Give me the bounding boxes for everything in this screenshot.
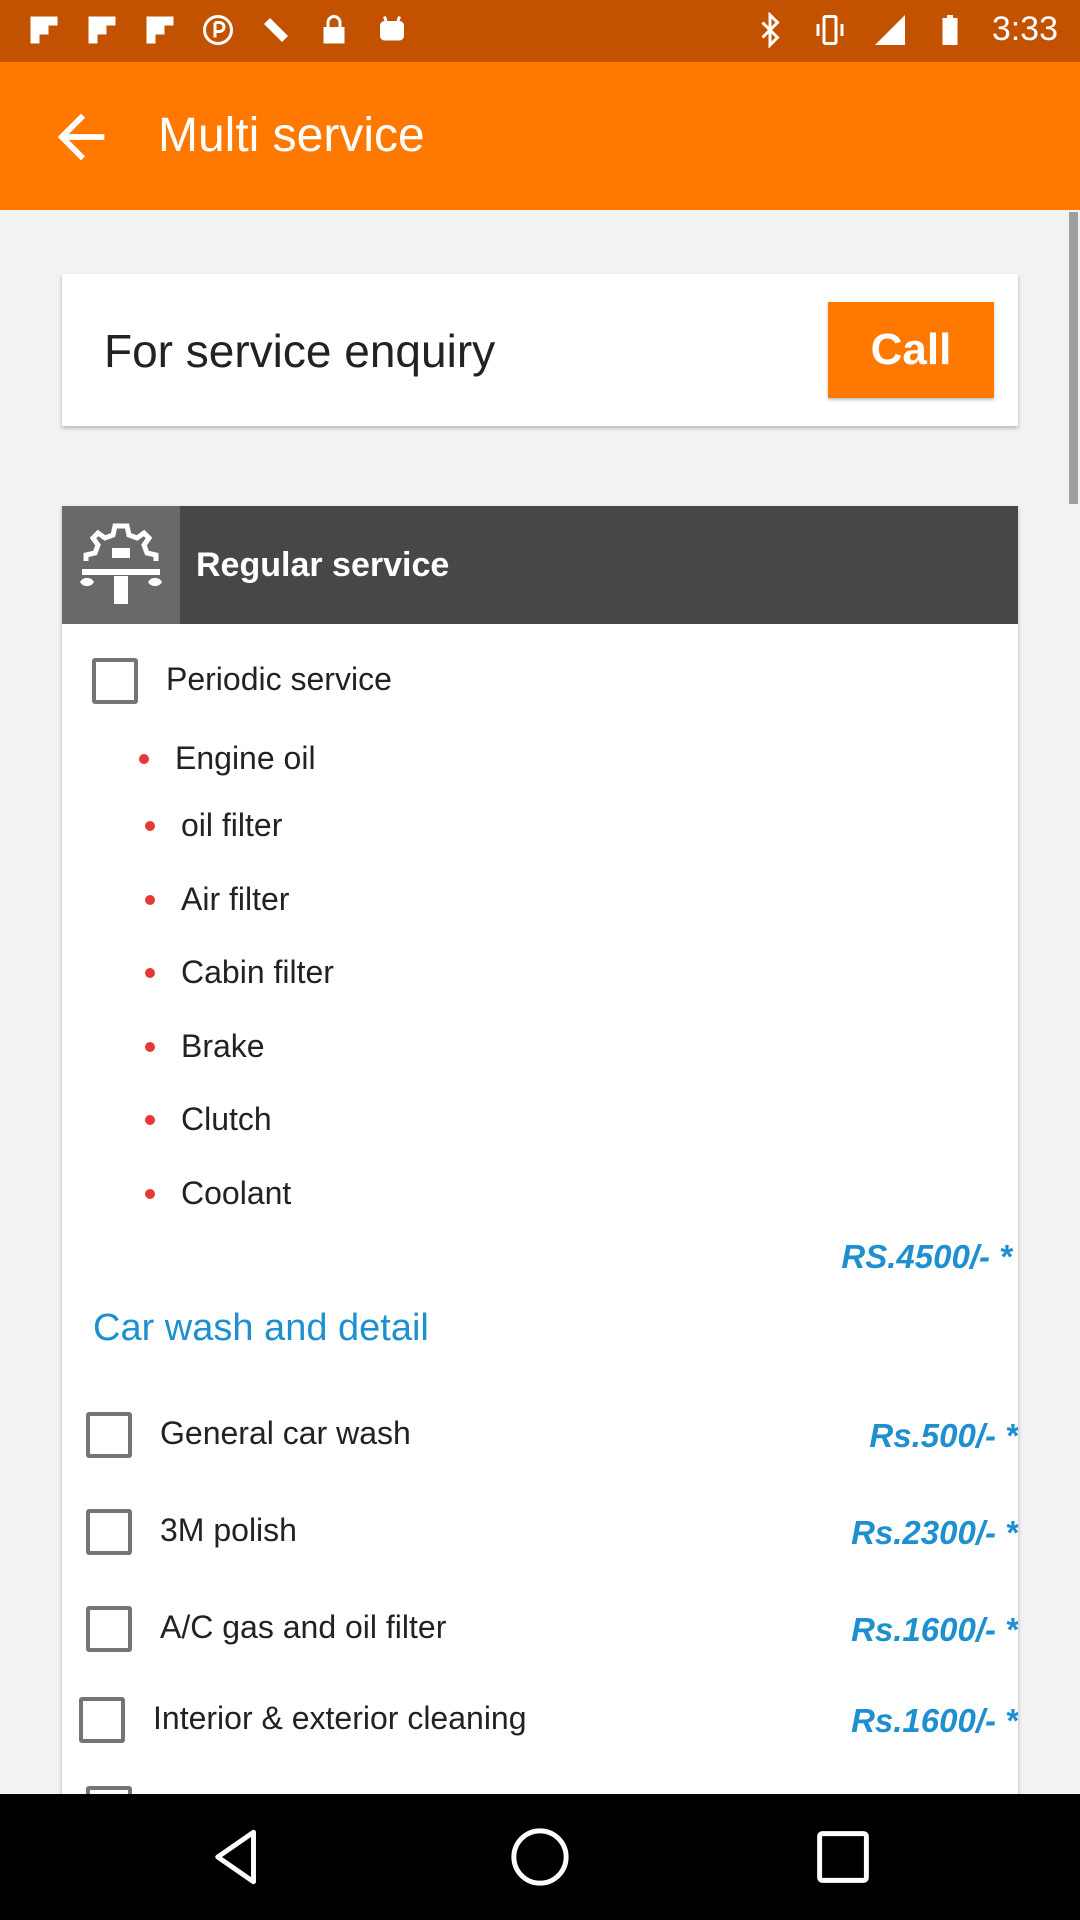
bullet-icon [139,754,149,764]
bullet-icon [145,968,155,978]
fake-gps-icon [264,18,288,42]
nav-home-icon[interactable] [507,1824,573,1890]
flipboard-icon [88,16,116,44]
lock-icon [323,15,345,44]
car-wash-option-price: Rs.1600/- * [851,1611,1018,1648]
regular-service-card: Regular service Periodic service Engine … [62,506,1018,1796]
bluetooth-icon [761,11,780,48]
regular-service-header: Regular service [62,506,1018,624]
bullet-icon [145,1189,155,1199]
car-wash-option-label: General car wash [160,1415,411,1451]
android-icon [380,16,404,41]
list-item: Engine oil [175,740,316,776]
list-item: Cabin filter [181,954,334,990]
car-wash-option-checkbox[interactable] [86,1509,132,1555]
flipboard-icon [30,16,58,44]
bullet-icon [145,821,155,831]
car-wash-section-title: Car wash and detail [93,1307,429,1349]
car-wash-option-checkbox[interactable] [86,1412,132,1458]
status-time: 3:33 [991,10,1058,48]
list-item: Coolant [181,1175,292,1211]
gear-wrench-icon [80,523,162,604]
status-notifications [26,12,410,48]
nav-recents-icon[interactable] [810,1824,876,1890]
car-wash-option-label: 3M polish [160,1512,297,1548]
car-wash-option-checkbox[interactable] [79,1697,125,1743]
car-wash-option-price: Rs.2300/- * [851,1514,1018,1551]
service-icon-box [62,506,180,624]
bullet-icon [145,895,155,905]
navigation-bar [0,1794,1080,1920]
car-wash-option-label: A/C gas and oil filter [160,1609,447,1645]
car-wash-option-price: Rs.1600/- * [851,1702,1018,1739]
flipboard-icon [146,16,174,44]
call-button[interactable]: Call [828,302,994,398]
periodic-service-price: RS.4500/- * [841,1238,1012,1275]
car-wash-option-label: Interior & exterior cleaning [153,1700,527,1736]
periodic-service-checkbox[interactable] [92,658,138,704]
list-item: Clutch [181,1101,272,1137]
bullet-icon [145,1115,155,1125]
vibrate-icon [816,14,844,45]
arrow-back-icon[interactable] [46,102,116,172]
page-title: Multi service [158,109,425,162]
list-item: Air filter [181,881,290,917]
periodic-service-label: Periodic service [166,661,392,697]
car-wash-option-checkbox[interactable] [86,1606,132,1652]
circle-p-icon [203,15,233,45]
bullet-icon [145,1042,155,1052]
status-bar: 3:33 [0,0,1080,62]
enquiry-label: For service enquiry [104,325,496,377]
app-bar: Multi service [0,62,1080,210]
nav-back-icon[interactable] [204,1824,270,1890]
status-system: 3:33 [752,10,1058,49]
regular-service-title: Regular service [196,546,450,584]
list-item: Brake [181,1028,265,1064]
scrollbar[interactable] [1069,212,1078,504]
signal-icon [874,14,905,45]
list-item: oil filter [181,807,283,843]
service-enquiry-card: For service enquiry Call [62,274,1018,426]
car-wash-option-price: Rs.500/- * [869,1417,1018,1454]
battery-icon [942,14,958,45]
